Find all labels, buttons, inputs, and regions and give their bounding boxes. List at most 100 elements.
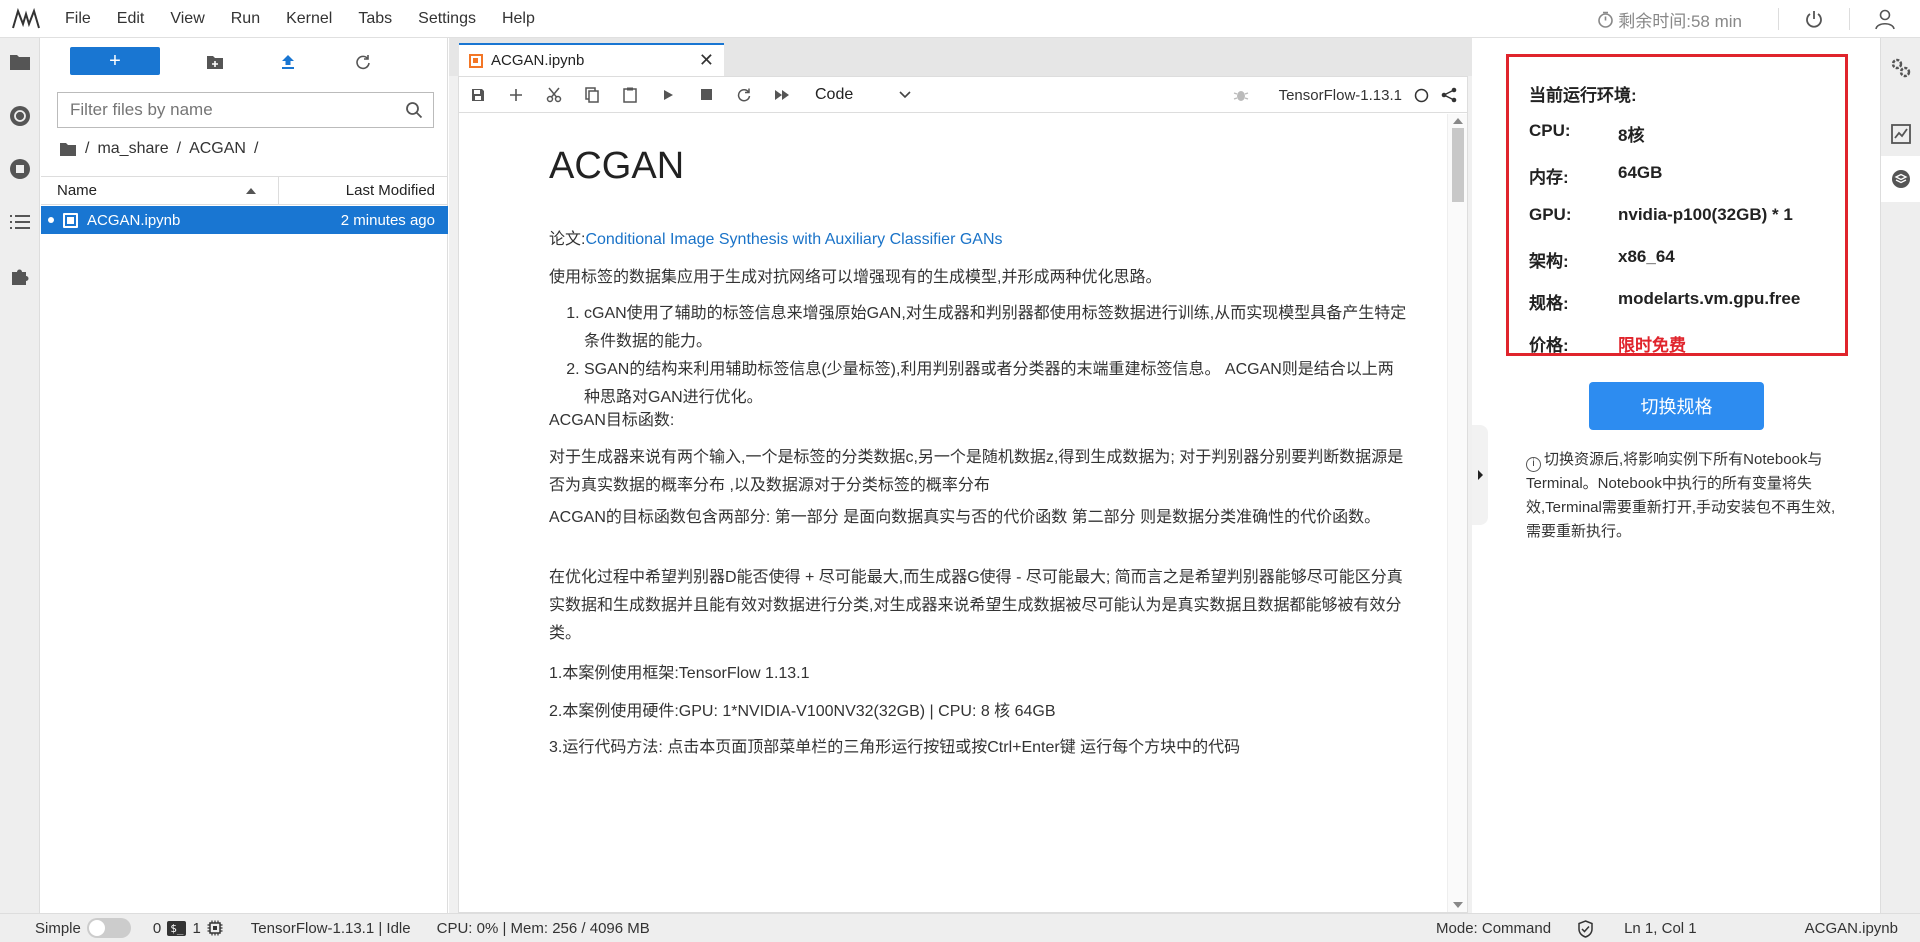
modelarts-logo: [0, 0, 52, 38]
kernel-status[interactable]: TensorFlow-1.13.1 | Idle: [251, 920, 411, 937]
cell-type-select[interactable]: Code: [815, 86, 911, 104]
new-folder-button[interactable]: [204, 51, 226, 73]
tab-acgan-notebook[interactable]: ACGAN.ipynb ✕: [459, 43, 724, 76]
save-button[interactable]: [459, 77, 497, 113]
simple-mode-toggle[interactable]: Simple: [35, 918, 131, 938]
breadcrumb-separator: /: [85, 140, 90, 157]
cursor-position[interactable]: Ln 1, Col 1: [1624, 920, 1697, 937]
specification-tab[interactable]: [1889, 167, 1913, 191]
scrollbar-thumb[interactable]: [1452, 128, 1464, 202]
scroll-up-icon[interactable]: [1453, 118, 1463, 124]
runtime-title: 当前运行环境:: [1529, 86, 1637, 105]
share-icon[interactable]: [1441, 87, 1457, 103]
running-dot-icon: [48, 217, 54, 223]
menu-run[interactable]: Run: [218, 0, 273, 38]
menu-kernel[interactable]: Kernel: [273, 0, 345, 38]
restart-run-all-button[interactable]: [763, 77, 801, 113]
menu-settings[interactable]: Settings: [405, 0, 489, 38]
simple-mode-label: Simple: [35, 919, 81, 937]
paper-line: 论文:Conditional Image Synthesis with Auxi…: [549, 226, 1409, 254]
toggle-switch[interactable]: [86, 918, 131, 938]
notebook-scrollbar[interactable]: [1447, 114, 1467, 912]
scroll-down-icon[interactable]: [1453, 902, 1463, 908]
resource-monitor-tab[interactable]: [1889, 122, 1913, 146]
trusted-shield-icon[interactable]: [1577, 919, 1594, 938]
copy-button[interactable]: [573, 77, 611, 113]
remaining-time-text: 剩余时间:58 min: [1618, 11, 1742, 31]
gears-icon: [1891, 58, 1911, 78]
table-of-contents-tab[interactable]: [8, 210, 32, 234]
menu-file[interactable]: File: [52, 0, 104, 38]
user-icon: [1875, 9, 1895, 30]
right-activity-bar: [1880, 38, 1920, 913]
close-icon[interactable]: ✕: [699, 50, 714, 71]
hardware-line: 2.本案例使用硬件:GPU: 1*NVIDIA-V100NV32(32GB) |…: [549, 703, 1056, 720]
file-filter-input[interactable]: [58, 93, 388, 127]
resource-key: 价格:: [1529, 336, 1569, 355]
file-row[interactable]: ACGAN.ipynb 2 minutes ago: [41, 206, 448, 234]
notebook-mode: Mode: Command: [1436, 920, 1552, 937]
notebook-icon: [469, 53, 483, 68]
paste-button[interactable]: [611, 77, 649, 113]
resource-row-arch: 架构: x86_64: [1529, 247, 1675, 272]
upload-button[interactable]: [277, 51, 299, 73]
resource-value: nvidia-p100(32GB) * 1: [1618, 205, 1793, 224]
objective-paragraph: ACGAN的目标函数包含两部分: 第一部分 是面向数据真实与否的代价函数 第二部…: [549, 509, 1381, 526]
menu-edit[interactable]: Edit: [104, 0, 158, 38]
interrupt-kernel-button[interactable]: [687, 77, 725, 113]
layers-icon: [1892, 170, 1910, 188]
file-modified: 2 minutes ago: [340, 211, 435, 229]
cell-type-value: Code: [815, 85, 854, 103]
optimization-paragraph: 在优化过程中希望判别器D能否使得 + 尽可能最大,而生成器G使得 - 尽可能最大…: [549, 569, 1403, 642]
save-icon: [472, 88, 484, 101]
git-tab[interactable]: [8, 104, 32, 128]
running-kernels-tab[interactable]: [8, 157, 32, 181]
paper-link[interactable]: Conditional Image Synthesis with Auxilia…: [585, 231, 1002, 248]
insert-cell-button[interactable]: [497, 77, 535, 113]
menu-view[interactable]: View: [157, 0, 217, 38]
home-folder-icon[interactable]: [59, 142, 77, 157]
memory-usage: CPU: 0% | Mem: 256 / 4096 MB: [436, 919, 650, 937]
kernel-name[interactable]: TensorFlow-1.13.1: [1279, 87, 1402, 104]
collapse-panel-handle[interactable]: [1472, 425, 1488, 525]
notebook-heading: ACGAN: [549, 145, 685, 187]
notebook-content[interactable]: ACGAN 论文:Conditional Image Synthesis wit…: [459, 114, 1449, 912]
resource-key: 规格:: [1529, 294, 1569, 313]
column-name[interactable]: Name: [41, 177, 279, 204]
extension-manager-tab[interactable]: [8, 264, 32, 288]
breadcrumb-acgan[interactable]: ACGAN: [189, 140, 246, 158]
column-modified-label: Last Modified: [345, 182, 435, 199]
resource-row-price: 价格: 限时免费: [1529, 331, 1686, 356]
switch-spec-button[interactable]: 切换规格: [1589, 382, 1764, 430]
shutdown-button[interactable]: [1779, 9, 1849, 29]
running-summary[interactable]: 0 $_ 1: [153, 920, 223, 937]
resource-value: x86_64: [1618, 247, 1675, 266]
kernels-count: 0: [152, 919, 162, 937]
file-filter[interactable]: [57, 92, 434, 128]
bug-icon[interactable]: [1233, 87, 1249, 103]
breadcrumb-separator: /: [176, 140, 182, 157]
new-launcher-button[interactable]: +: [70, 47, 160, 75]
notice-text: 切换资源后,将影响实例下所有Notebook与Terminal。Notebook…: [1526, 451, 1836, 540]
refresh-button[interactable]: [352, 51, 374, 73]
notebook-toolbar: Code TensorFlow-1.13.1: [459, 77, 1467, 113]
file-browser-tab[interactable]: [8, 50, 32, 74]
cut-button[interactable]: [535, 77, 573, 113]
power-icon: [1806, 11, 1822, 28]
chevron-right-icon: [1477, 470, 1483, 480]
objective-title: ACGAN目标函数:: [549, 412, 675, 429]
user-button[interactable]: [1850, 8, 1920, 30]
menu-tabs[interactable]: Tabs: [345, 0, 405, 38]
resource-key: 内存:: [1529, 168, 1569, 187]
resource-row-memory: 内存: 64GB: [1529, 163, 1662, 188]
chevron-down-icon: [899, 90, 911, 98]
file-browser-toolbar: +: [41, 38, 447, 84]
copy-icon: [585, 86, 599, 103]
info-icon: i: [1526, 457, 1541, 472]
property-inspector-tab[interactable]: [1889, 56, 1913, 80]
run-cell-button[interactable]: [649, 77, 687, 113]
restart-kernel-button[interactable]: [725, 77, 763, 113]
menu-help[interactable]: Help: [489, 0, 548, 38]
breadcrumb-ma-share[interactable]: ma_share: [97, 140, 168, 158]
column-last-modified[interactable]: Last Modified: [279, 177, 448, 204]
